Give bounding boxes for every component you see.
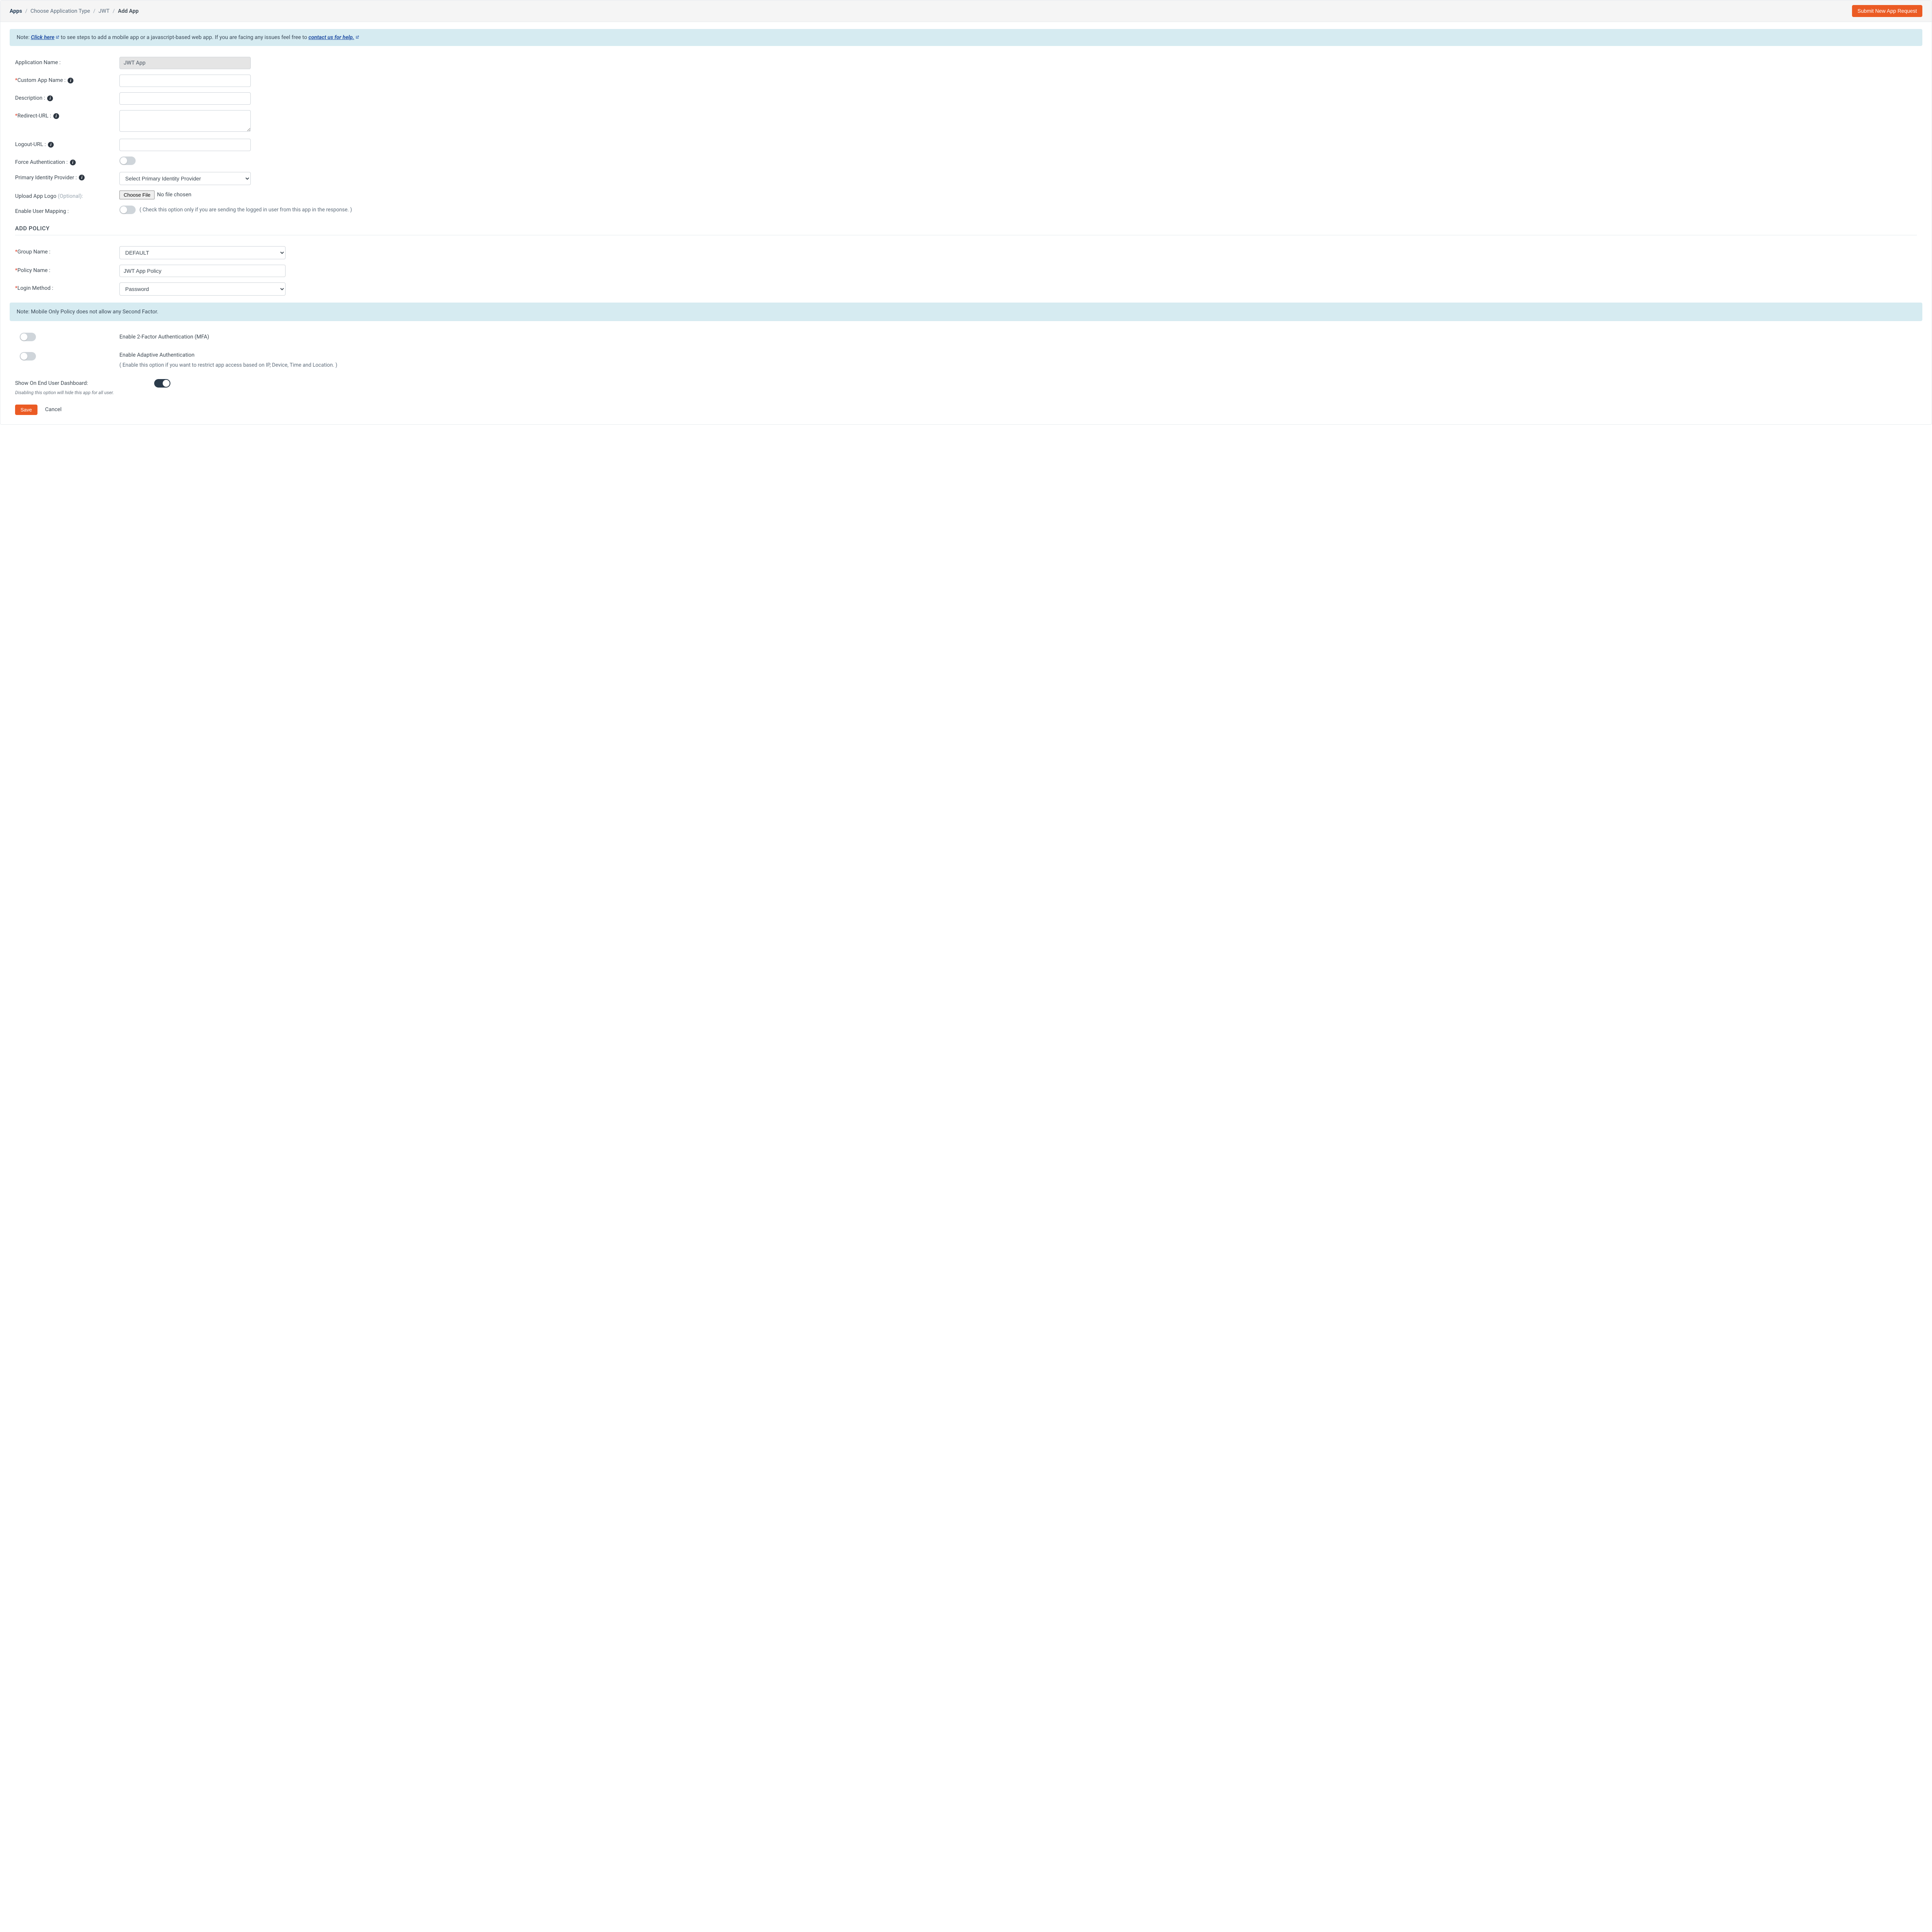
choose-file-button[interactable]: Choose File	[119, 190, 155, 199]
row-group-name: *Group Name : DEFAULT	[15, 246, 1917, 259]
topbar: Apps / Choose Application Type / JWT / A…	[0, 0, 1932, 22]
breadcrumb-sep: /	[25, 8, 27, 14]
primary-idp-select[interactable]: Select Primary Identity Provider	[119, 172, 251, 185]
breadcrumb-jwt[interactable]: JWT	[99, 8, 110, 14]
breadcrumb: Apps / Choose Application Type / JWT / A…	[10, 8, 139, 14]
label-custom-app-name: Custom App Name :	[17, 77, 66, 83]
breadcrumb-choose-type[interactable]: Choose Application Type	[31, 8, 90, 14]
row-logout-url: Logout-URL : i	[15, 139, 1917, 151]
info-icon[interactable]: i	[68, 78, 73, 83]
info-icon[interactable]: i	[79, 175, 85, 180]
label-enable-user-mapping: Enable User Mapping :	[15, 206, 119, 216]
note-link-contact[interactable]: contact us for help.	[308, 34, 359, 41]
label-policy-name: Policy Name :	[17, 267, 50, 274]
row-description: Description : i	[15, 92, 1917, 105]
note-link-click-here[interactable]: Click here	[31, 34, 60, 41]
description-input[interactable]	[119, 92, 251, 105]
row-policy-name: *Policy Name :	[15, 265, 1917, 277]
user-mapping-toggle[interactable]	[119, 206, 136, 214]
info-icon[interactable]: i	[70, 160, 76, 165]
label-description: Description :	[15, 95, 45, 101]
section-add-policy: ADD POLICY	[15, 225, 1917, 232]
label-login-method: Login Method :	[17, 285, 53, 291]
mfa-toggle[interactable]	[20, 333, 36, 341]
label-logout-url: Logout-URL :	[15, 141, 46, 148]
row-redirect-url: *Redirect-URL : i	[15, 110, 1917, 133]
show-dashboard-note: Disabling this option will hide this app…	[15, 390, 1917, 395]
breadcrumb-apps[interactable]: Apps	[10, 8, 22, 14]
row-enable-user-mapping: Enable User Mapping : ( Check this optio…	[15, 206, 1917, 216]
submit-new-app-button[interactable]: Submit New App Request	[1852, 5, 1922, 17]
save-button[interactable]: Save	[15, 405, 37, 415]
row-upload-logo: Upload App Logo (Optional): Choose File …	[15, 190, 1917, 201]
label-show-dashboard: Show On End User Dashboard:	[15, 380, 154, 386]
panel: Note: Click here to see steps to add a m…	[0, 22, 1932, 424]
note-mid: to see steps to add a mobile app or a ja…	[61, 34, 308, 41]
file-chosen-status: No file chosen	[157, 192, 191, 198]
external-link-icon	[355, 35, 359, 39]
policy-toggles: Enable 2-Factor Authentication (MFA) Ena…	[10, 333, 1922, 415]
label-group-name: Group Name :	[17, 249, 50, 255]
row-show-dashboard: Show On End User Dashboard:	[15, 379, 1917, 388]
redirect-url-textarea[interactable]	[119, 110, 251, 132]
adaptive-toggle[interactable]	[20, 352, 36, 361]
note-prefix: Note:	[17, 34, 31, 41]
external-link-icon	[55, 35, 60, 39]
login-method-select[interactable]: Password	[119, 282, 286, 296]
info-icon[interactable]: i	[48, 142, 54, 148]
row-primary-idp: Primary Identity Provider : i Select Pri…	[15, 172, 1917, 185]
breadcrumb-sep: /	[93, 8, 95, 14]
policy-note: Note: Mobile Only Policy does not allow …	[10, 303, 1922, 321]
label-application-name: Application Name :	[15, 57, 119, 67]
info-note: Note: Click here to see steps to add a m…	[10, 29, 1922, 46]
show-dashboard-toggle[interactable]	[154, 379, 170, 388]
label-upload-logo: Upload App Logo	[15, 193, 58, 199]
optional-marker: (Optional):	[58, 193, 83, 199]
row-application-name: Application Name : JWT App	[15, 57, 1917, 69]
label-primary-idp: Primary Identity Provider :	[15, 175, 77, 181]
custom-app-name-input[interactable]	[119, 75, 251, 87]
form: Application Name : JWT App *Custom App N…	[10, 57, 1922, 296]
label-force-auth: Force Authentication :	[15, 159, 68, 165]
cancel-link[interactable]: Cancel	[45, 406, 62, 413]
breadcrumb-sep: /	[113, 8, 115, 14]
group-name-select[interactable]: DEFAULT	[119, 246, 286, 259]
application-name-display: JWT App	[119, 57, 251, 69]
breadcrumb-current: Add App	[118, 8, 139, 14]
row-adaptive: Enable Adaptive Authentication ( Enable …	[15, 352, 1917, 368]
force-auth-toggle[interactable]	[119, 156, 136, 165]
label-adaptive: Enable Adaptive Authentication	[119, 352, 1917, 358]
row-custom-app-name: *Custom App Name : i	[15, 75, 1917, 87]
row-force-auth: Force Authentication : i	[15, 156, 1917, 167]
form-actions: Save Cancel	[15, 405, 1917, 415]
page-container: Apps / Choose Application Type / JWT / A…	[0, 0, 1932, 425]
label-redirect-url: Redirect-URL :	[17, 113, 51, 119]
user-mapping-note: ( Check this option only if you are send…	[139, 207, 352, 213]
row-mfa: Enable 2-Factor Authentication (MFA)	[15, 333, 1917, 341]
row-login-method: *Login Method : Password	[15, 282, 1917, 296]
logout-url-input[interactable]	[119, 139, 251, 151]
info-icon[interactable]: i	[47, 95, 53, 101]
policy-name-input[interactable]	[119, 265, 286, 277]
adaptive-note: ( Enable this option if you want to rest…	[119, 362, 1917, 368]
info-icon[interactable]: i	[53, 113, 59, 119]
label-mfa: Enable 2-Factor Authentication (MFA)	[119, 334, 1917, 340]
